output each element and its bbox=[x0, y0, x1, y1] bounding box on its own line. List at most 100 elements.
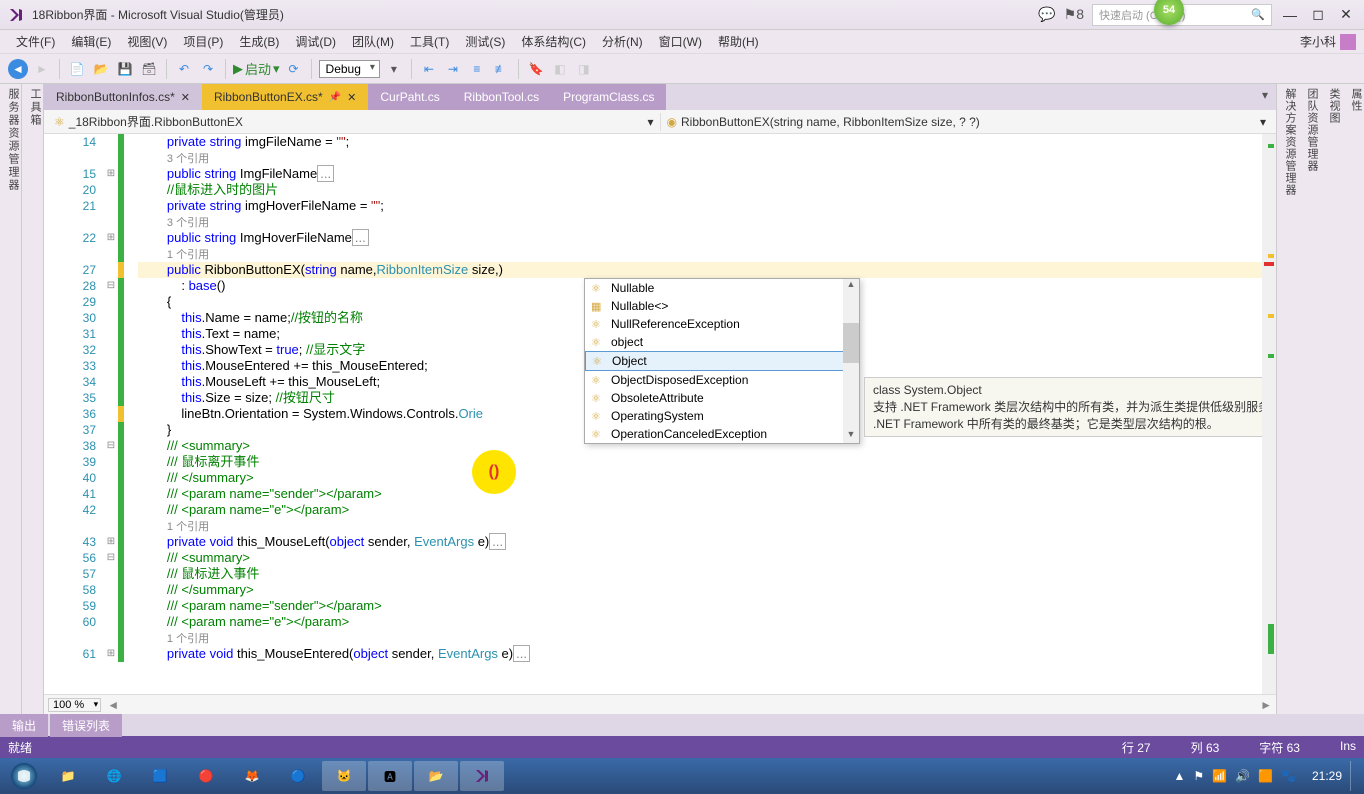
class-combo[interactable]: ⚛_18Ribbon界面.RibbonButtonEX▾ bbox=[48, 111, 660, 132]
task-ie[interactable]: 🌐 bbox=[92, 761, 136, 791]
indent-in-button[interactable]: ⇥ bbox=[443, 59, 463, 79]
minimize-button[interactable]: — bbox=[1280, 7, 1300, 23]
menu-test[interactable]: 测试(S) bbox=[457, 33, 513, 50]
task-app2[interactable]: 🔵 bbox=[276, 761, 320, 791]
split-icon[interactable]: ◄ bbox=[107, 698, 119, 712]
right-sidetab-props[interactable]: 属性 bbox=[1342, 84, 1364, 714]
tray-network-icon[interactable]: 📶 bbox=[1212, 769, 1227, 783]
left-sidetab-toolbox[interactable]: 工具箱 bbox=[22, 84, 44, 714]
right-sidetab-solution[interactable]: 解决方案资源管理器 bbox=[1276, 84, 1298, 714]
tray-app-icon[interactable]: 🟧 bbox=[1258, 769, 1273, 783]
indent-out-button[interactable]: ⇤ bbox=[419, 59, 439, 79]
tray-up-icon[interactable]: ▲ bbox=[1174, 769, 1186, 783]
right-sidetab-team[interactable]: 团队资源管理器 bbox=[1298, 84, 1320, 714]
doctab[interactable]: ProgramClass.cs bbox=[551, 84, 666, 110]
intellisense-item[interactable]: ⚛OperatingSystem bbox=[585, 407, 859, 425]
tray-volume-icon[interactable]: 🔊 bbox=[1235, 769, 1250, 783]
menu-view[interactable]: 视图(V) bbox=[119, 33, 175, 50]
menu-team[interactable]: 团队(M) bbox=[344, 33, 402, 50]
scroll-up-icon[interactable]: ▲ bbox=[843, 279, 859, 293]
open-file-button[interactable]: 📂 bbox=[91, 59, 111, 79]
close-button[interactable]: ✕ bbox=[1336, 6, 1356, 23]
config-combo[interactable]: Debug bbox=[319, 60, 380, 78]
intellisense-item[interactable]: ⚛OperationCanceledException bbox=[585, 425, 859, 443]
errorlist-tab[interactable]: 错误列表 bbox=[50, 714, 122, 737]
maximize-button[interactable]: ◻ bbox=[1308, 6, 1328, 23]
intellisense-scrollbar[interactable]: ▲ ▼ bbox=[843, 279, 859, 443]
task-firefox[interactable]: 🦊 bbox=[230, 761, 274, 791]
status-ready: 就绪 bbox=[8, 739, 32, 756]
scroll-thumb[interactable] bbox=[843, 323, 859, 363]
menu-help[interactable]: 帮助(H) bbox=[710, 33, 767, 50]
start-debug-button[interactable]: ▶ 启动 ▾ bbox=[233, 59, 280, 78]
windows-taskbar: 📁 🌐 🟦 🔴 🦊 🔵 🐱 🅰 📂 ▲ ⚑ 📶 🔊 🟧 🐾 21:29 bbox=[0, 758, 1364, 794]
menu-file[interactable]: 文件(F) bbox=[8, 33, 63, 50]
bookmark2-button[interactable]: ◧ bbox=[550, 59, 570, 79]
bookmark-button[interactable]: 🔖 bbox=[526, 59, 546, 79]
scroll-down-icon[interactable]: ▼ bbox=[843, 429, 859, 443]
task-app3[interactable]: 🐱 bbox=[322, 761, 366, 791]
tray-flag-icon[interactable]: ⚑ bbox=[1193, 769, 1204, 783]
menu-debug[interactable]: 调试(D) bbox=[287, 33, 344, 50]
platform-combo[interactable]: ▾ bbox=[384, 59, 404, 79]
intellisense-item[interactable]: ⚛NullReferenceException bbox=[585, 315, 859, 333]
nav-back-button[interactable]: ◄ bbox=[8, 59, 28, 79]
zoom-combo[interactable]: 100 % bbox=[48, 698, 101, 712]
nav-forward-button[interactable]: ► bbox=[32, 59, 52, 79]
menu-edit[interactable]: 编辑(E) bbox=[63, 33, 119, 50]
intellisense-popup[interactable]: ⚛Nullable▦Nullable<>⚛NullReferenceExcept… bbox=[584, 278, 860, 444]
redo-button[interactable]: ↷ bbox=[198, 59, 218, 79]
intellisense-item[interactable]: ⚛ObsoleteAttribute bbox=[585, 389, 859, 407]
menu-project[interactable]: 项目(P) bbox=[175, 33, 231, 50]
intellisense-item[interactable]: ⚛ObjectDisposedException bbox=[585, 371, 859, 389]
close-tab-icon[interactable]: ✕ bbox=[347, 91, 356, 104]
new-project-button[interactable]: 📄 bbox=[67, 59, 87, 79]
debug-step-button[interactable]: ⟳ bbox=[284, 59, 304, 79]
left-sidetab-server[interactable]: 服务器资源管理器 bbox=[0, 84, 22, 714]
task-explorer[interactable]: 📁 bbox=[46, 761, 90, 791]
overview-ruler[interactable] bbox=[1262, 134, 1276, 694]
member-combo[interactable]: ◉RibbonButtonEX(string name, RibbonItemS… bbox=[660, 113, 1273, 131]
menu-window[interactable]: 窗口(W) bbox=[651, 33, 710, 50]
tray-app2-icon[interactable]: 🐾 bbox=[1281, 769, 1296, 783]
doctab[interactable]: RibbonTool.cs bbox=[452, 84, 551, 110]
type-icon: ⚛ bbox=[591, 374, 605, 387]
undo-button[interactable]: ↶ bbox=[174, 59, 194, 79]
comment-button[interactable]: ≡ bbox=[467, 59, 487, 79]
scroll-right-icon[interactable]: ► bbox=[1260, 698, 1272, 712]
notification-flag[interactable]: ⚑8 bbox=[1064, 6, 1084, 23]
task-autocad[interactable]: 🅰 bbox=[368, 761, 412, 791]
close-tab-icon[interactable]: ✕ bbox=[181, 91, 190, 104]
clock[interactable]: 21:29 bbox=[1312, 769, 1342, 783]
intellisense-item[interactable]: ⚛object bbox=[585, 333, 859, 351]
doctab[interactable]: RibbonButtonEX.cs*📌✕ bbox=[202, 84, 368, 110]
save-button[interactable]: 💾 bbox=[115, 59, 135, 79]
task-opera[interactable]: 🔴 bbox=[184, 761, 228, 791]
right-sidetab-classview[interactable]: 类视图 bbox=[1320, 84, 1342, 714]
statusbar: 就绪 行 27 列 63 字符 63 Ins bbox=[0, 736, 1364, 758]
task-app1[interactable]: 🟦 bbox=[138, 761, 182, 791]
task-vs[interactable] bbox=[460, 761, 504, 791]
user-avatar[interactable] bbox=[1340, 34, 1356, 50]
show-desktop[interactable] bbox=[1350, 761, 1360, 791]
menu-architecture[interactable]: 体系结构(C) bbox=[513, 33, 594, 50]
menu-build[interactable]: 生成(B) bbox=[231, 33, 287, 50]
doctab[interactable]: RibbonButtonInfos.cs*✕ bbox=[44, 84, 202, 110]
task-folder[interactable]: 📂 bbox=[414, 761, 458, 791]
intellisense-item[interactable]: ⚛Nullable bbox=[585, 279, 859, 297]
pin-icon[interactable]: 📌 bbox=[329, 92, 341, 103]
code-editor[interactable]: 1415⊞202122⊞2728⊟29303132333435363738⊟39… bbox=[44, 134, 1276, 694]
output-tab[interactable]: 输出 bbox=[0, 714, 48, 737]
save-all-button[interactable]: 🗃 bbox=[139, 59, 159, 79]
user-name[interactable]: 李小科 bbox=[1300, 33, 1336, 50]
doctab-dropdown[interactable]: ▾ bbox=[1254, 84, 1276, 110]
uncomment-button[interactable]: ≢ bbox=[491, 59, 511, 79]
start-button[interactable] bbox=[4, 760, 44, 792]
menu-analysis[interactable]: 分析(N) bbox=[594, 33, 651, 50]
feedback-icon[interactable]: 💬 bbox=[1038, 6, 1055, 23]
intellisense-item[interactable]: ▦Nullable<> bbox=[585, 297, 859, 315]
intellisense-item[interactable]: ⚛Object bbox=[585, 351, 859, 371]
bookmark3-button[interactable]: ◨ bbox=[574, 59, 594, 79]
doctab[interactable]: CurPaht.cs bbox=[368, 84, 451, 110]
menu-tools[interactable]: 工具(T) bbox=[402, 33, 457, 50]
